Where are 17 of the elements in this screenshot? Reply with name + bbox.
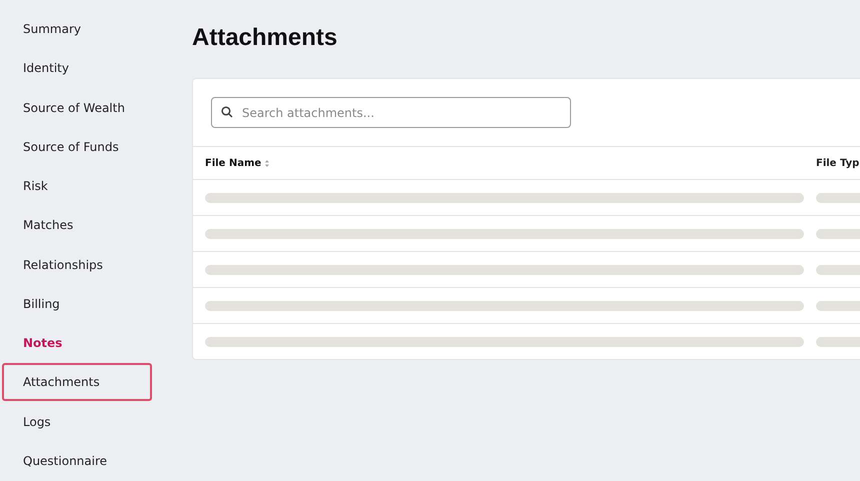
sidebar-item[interactable]: Billing bbox=[2, 284, 152, 322]
sidebar-item[interactable]: Risk bbox=[2, 167, 152, 204]
sidebar-item[interactable]: Source of Wealth bbox=[2, 88, 152, 126]
page-title: Attachments bbox=[192, 24, 338, 52]
column-header[interactable]: File Typ bbox=[816, 158, 860, 168]
sidebar-item[interactable]: Matches bbox=[2, 206, 152, 244]
sidebar-item[interactable]: Relationships bbox=[2, 246, 152, 283]
sidebar-item[interactable]: Attachments bbox=[2, 363, 152, 400]
search-field[interactable]: Search attachments... bbox=[211, 97, 571, 128]
sidebar-item[interactable]: Identity bbox=[2, 49, 152, 86]
sort-icon[interactable] bbox=[265, 160, 270, 166]
sidebar-item[interactable]: Summary bbox=[2, 10, 152, 48]
column-header[interactable]: File Name bbox=[205, 158, 262, 168]
sidebar-item[interactable]: Logs bbox=[2, 402, 152, 440]
sidebar-item[interactable]: Questionnaire bbox=[2, 442, 152, 479]
sidebar-item[interactable]: Source of Funds bbox=[2, 128, 152, 165]
sidebar-item[interactable]: Notes bbox=[2, 324, 152, 362]
